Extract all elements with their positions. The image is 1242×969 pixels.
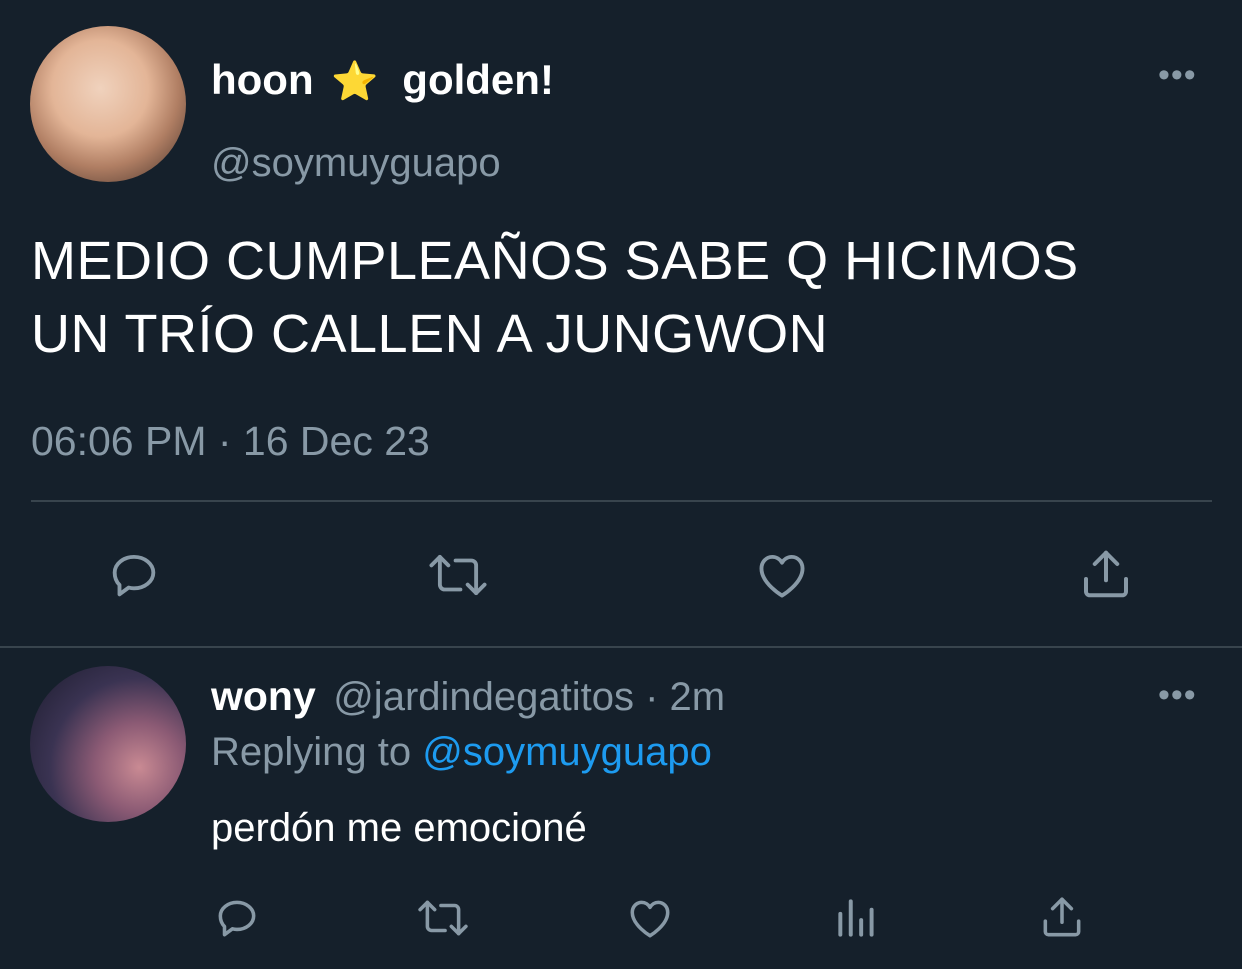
like-icon[interactable] [752, 546, 812, 604]
more-options-icon[interactable]: ••• [1158, 56, 1197, 95]
divider [0, 646, 1242, 648]
tweet-author-handle[interactable]: @soymuyguapo [211, 141, 501, 186]
tweet-text: MEDIO CUMPLEAÑOS SABE Q HICIMOS UN TRÍO … [31, 225, 1079, 371]
divider [31, 500, 1212, 502]
reply-icon[interactable] [104, 546, 164, 604]
share-icon[interactable] [1037, 891, 1087, 943]
more-options-icon[interactable]: ••• [1158, 676, 1197, 715]
tweet-author-name[interactable]: hoon ⭐ golden! [211, 56, 554, 104]
author-name: hoon [211, 56, 314, 103]
reply-text: perdón me emocioné [211, 806, 587, 850]
tweet-timestamp[interactable]: 06:06 PM · 16 Dec 23 [31, 418, 430, 465]
avatar[interactable] [30, 666, 186, 822]
reply-icon[interactable] [212, 893, 262, 943]
reply-author-handle[interactable]: @jardindegatitos · 2m [333, 675, 725, 719]
tweet-text-line: MEDIO CUMPLEAÑOS SABE Q HICIMOS [31, 231, 1079, 291]
retweet-icon[interactable] [423, 546, 493, 604]
tweet-text-line: UN TRÍO CALLEN A JUNGWON [31, 304, 829, 364]
replying-prefix: Replying to [211, 730, 412, 774]
replying-to-link[interactable]: @soymuyguapo [422, 730, 712, 774]
analytics-icon[interactable] [832, 893, 882, 943]
replying-to: Replying to @soymuyguapo [211, 730, 712, 775]
retweet-icon[interactable] [413, 893, 473, 943]
avatar[interactable] [30, 26, 186, 182]
reply-header: wony @jardindegatitos · 2m [211, 673, 725, 720]
star-badge: ⭐ [331, 61, 379, 103]
like-icon[interactable] [625, 893, 675, 943]
author-name-suffix: golden! [402, 56, 554, 103]
reply-author-name[interactable]: wony [211, 673, 316, 719]
share-icon[interactable] [1076, 544, 1136, 604]
